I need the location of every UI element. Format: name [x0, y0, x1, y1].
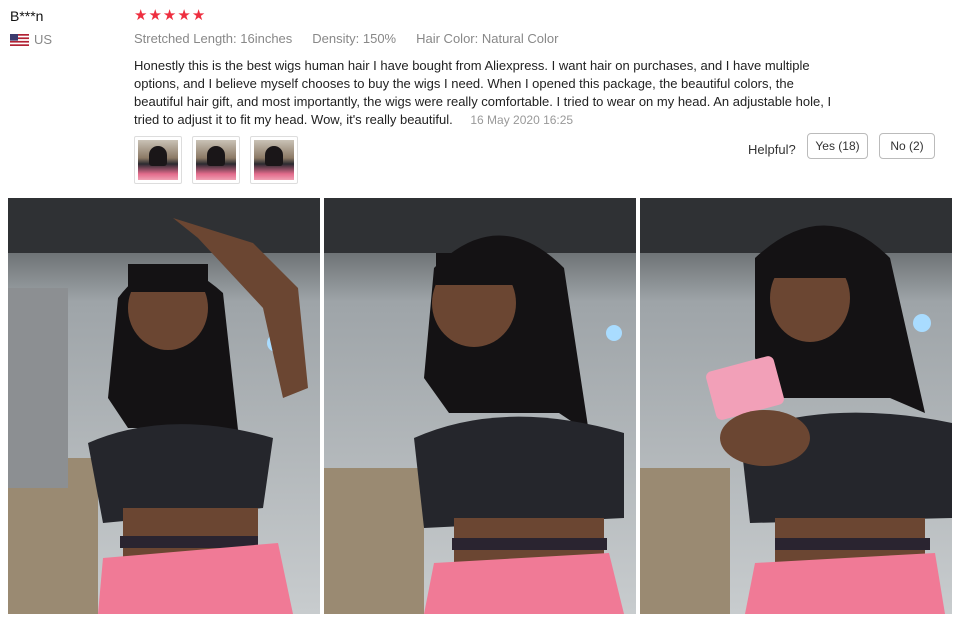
review-photo[interactable] — [324, 198, 636, 614]
star-icon: ★ — [134, 7, 148, 24]
star-rating: ★ ★ ★ ★ ★ — [134, 7, 205, 25]
helpful-no-button[interactable]: No (2) — [879, 133, 935, 159]
review-thumbnails — [134, 136, 298, 184]
helpful-prompt: Helpful? — [748, 142, 796, 157]
review-photo[interactable] — [8, 198, 320, 614]
attribute-color: Hair Color: Natural Color — [416, 31, 559, 46]
review-thumbnail[interactable] — [250, 136, 298, 184]
helpful-yes-button[interactable]: Yes (18) — [807, 133, 868, 159]
review-date: 16 May 2020 16:25 — [470, 113, 574, 127]
review-body: Honestly this is the best wigs human hai… — [134, 57, 834, 129]
us-flag-icon — [10, 33, 29, 46]
attribute-density: Density: 150% — [312, 31, 397, 46]
review-photo[interactable] — [640, 198, 952, 614]
review-thumbnail[interactable] — [192, 136, 240, 184]
reviewer-name: B***n — [10, 8, 44, 24]
star-icon: ★ — [191, 7, 206, 24]
review-thumbnail[interactable] — [134, 136, 182, 184]
attribute-length: Stretched Length: 16inches — [134, 31, 293, 46]
star-icon: ★ — [177, 7, 191, 24]
country-code: US — [34, 32, 53, 47]
star-icon: ★ — [148, 7, 162, 24]
star-icon: ★ — [162, 7, 177, 24]
product-attributes: Stretched Length: 16inches Density: 150%… — [134, 31, 558, 46]
reviewer-country: US — [10, 32, 52, 47]
